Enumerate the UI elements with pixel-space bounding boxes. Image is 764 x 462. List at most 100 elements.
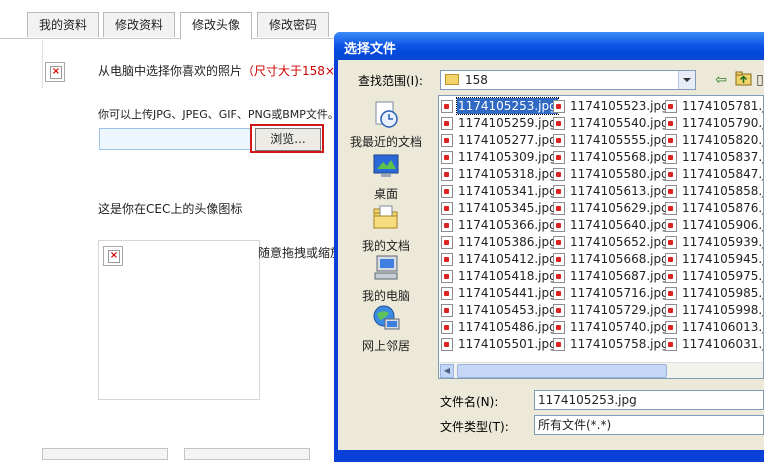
image-file-icon <box>665 202 677 215</box>
dialog-title: 选择文件 <box>344 42 397 57</box>
image-file-icon <box>441 117 453 130</box>
image-file-icon <box>441 168 453 181</box>
file-name: 1174105253.jpg <box>456 97 559 115</box>
file-path-input[interactable] <box>99 128 251 150</box>
folder-icon <box>445 74 459 85</box>
tab-my-profile[interactable]: 我的资料 <box>27 12 99 37</box>
file-name: 1174105945.jpg <box>682 252 763 266</box>
image-file-icon <box>553 304 565 317</box>
file-list[interactable]: 1174105253.jpg 1174105259.jpg 1174105277.j… <box>438 95 764 379</box>
file-name: 1174105975.jpg <box>682 269 763 283</box>
file-name: 1174105652.jpg <box>570 235 669 249</box>
place-recent[interactable]: 我最近的文档 <box>340 99 432 150</box>
file-name: 1174105341.jpg <box>458 184 557 198</box>
file-name: 1174105580.jpg <box>570 167 669 181</box>
file-name: 1174105939.jpg <box>682 235 763 249</box>
file-name: 1174105876.jpg <box>682 201 763 215</box>
file-name: 1174105837.jpg <box>682 150 763 164</box>
lookin-value: 158 <box>465 73 488 87</box>
file-name: 1174105740.jpg <box>570 320 669 334</box>
image-file-icon <box>665 287 677 300</box>
scrollbar-thumb[interactable] <box>457 364 667 378</box>
filetype-label: 文件类型(T): <box>440 420 509 434</box>
file-name: 1174105318.jpg <box>458 167 557 181</box>
image-file-icon <box>665 304 677 317</box>
scroll-left-icon[interactable]: ◀ <box>440 364 454 378</box>
up-folder-icon[interactable] <box>734 70 754 90</box>
image-file-icon <box>553 270 565 283</box>
filetype-select[interactable]: 所有文件(*.*) <box>534 415 764 435</box>
formats-text: 你可以上传JPG、JPEG、GIF、PNG或BMP文件。 <box>98 108 339 121</box>
back-icon[interactable]: ⇦ <box>711 70 731 90</box>
image-file-icon <box>553 236 565 249</box>
image-file-icon <box>665 151 677 164</box>
file-name: 1174105540.jpg <box>570 116 669 130</box>
image-file-icon <box>665 321 677 334</box>
avatar-text: 这是你在CEC上的头像图标 <box>98 202 243 216</box>
image-file-icon <box>441 304 453 317</box>
file-name: 1174105847.jpg <box>682 167 763 181</box>
image-file-icon <box>665 253 677 266</box>
place-desktop[interactable]: 桌面 <box>340 151 432 202</box>
image-file-icon <box>553 287 565 300</box>
file-name: 1174105366.jpg <box>458 218 557 232</box>
image-file-icon <box>553 185 565 198</box>
bottom-button[interactable] <box>184 448 310 460</box>
image-file-icon <box>665 219 677 232</box>
image-file-icon <box>553 219 565 232</box>
image-file-icon <box>553 253 565 266</box>
file-name: 1174105820.jpg <box>682 133 763 147</box>
size-note: （尺寸大于158× <box>242 64 335 78</box>
network-places-icon <box>371 303 401 333</box>
file-name: 1174105906.jpg <box>682 218 763 232</box>
intro-label: 从电脑中选择你喜欢的照片 <box>98 64 243 78</box>
horizontal-scrollbar[interactable]: ◀ <box>439 362 763 378</box>
place-label: 我最近的文档 <box>349 135 422 149</box>
image-file-icon <box>441 219 453 232</box>
file-name: 1174105501.jpg <box>458 337 557 351</box>
file-name: 1174105640.jpg <box>570 218 669 232</box>
chevron-down-icon[interactable] <box>678 71 695 89</box>
tab-label: 我的资料 <box>38 18 87 32</box>
image-file-icon <box>665 185 677 198</box>
image-file-icon <box>441 270 453 283</box>
tab-label: 修改密码 <box>268 18 317 32</box>
file-name: 1174105729.jpg <box>570 303 669 317</box>
image-file-icon <box>441 202 453 215</box>
broken-image-icon: × <box>45 62 65 82</box>
tab-edit-avatar[interactable]: 修改头像 <box>180 12 252 39</box>
filename-input[interactable]: 1174105253.jpg <box>534 390 764 410</box>
file-name: 1174105453.jpg <box>458 303 557 317</box>
recent-documents-icon <box>371 99 401 129</box>
place-label: 我的文档 <box>361 239 410 253</box>
file-name: 1174105687.jpg <box>570 269 669 283</box>
drag-text: 随意拖拽或缩放 <box>258 246 343 260</box>
file-name: 1174105259.jpg <box>458 116 557 130</box>
new-folder-icon[interactable]: ▯ <box>756 70 764 90</box>
tab-edit-password[interactable]: 修改密码 <box>257 12 329 37</box>
image-file-icon <box>665 338 677 351</box>
file-name: 1174105418.jpg <box>458 269 557 283</box>
filename-label: 文件名(N): <box>440 395 499 409</box>
file-name: 1174105441.jpg <box>458 286 557 300</box>
image-file-icon <box>553 321 565 334</box>
file-name: 1174105998.jpg <box>682 303 763 317</box>
place-network[interactable]: 网上邻居 <box>340 303 432 354</box>
file-name: 1174105486.jpg <box>458 320 557 334</box>
file-name: 1174105412.jpg <box>458 252 557 266</box>
file-name: 1174105858.jpg <box>682 184 763 198</box>
lookin-dropdown[interactable]: 158 <box>440 70 696 90</box>
dialog-titlebar[interactable]: 选择文件 <box>334 32 764 60</box>
file-name: 1174105309.jpg <box>458 150 557 164</box>
place-my-computer[interactable]: 我的电脑 <box>340 253 432 304</box>
lookin-label: 查找范围(I): <box>358 74 423 88</box>
browse-button[interactable]: 浏览... <box>255 128 321 151</box>
bottom-button[interactable] <box>42 448 168 460</box>
image-file-icon <box>553 100 565 113</box>
file-name: 1174105758.jpg <box>570 337 669 351</box>
place-my-documents[interactable]: 我的文档 <box>340 203 432 254</box>
image-file-icon <box>665 168 677 181</box>
tab-edit-profile[interactable]: 修改资料 <box>103 12 175 37</box>
image-file-icon <box>441 321 453 334</box>
avatar-preview: × <box>98 240 260 400</box>
